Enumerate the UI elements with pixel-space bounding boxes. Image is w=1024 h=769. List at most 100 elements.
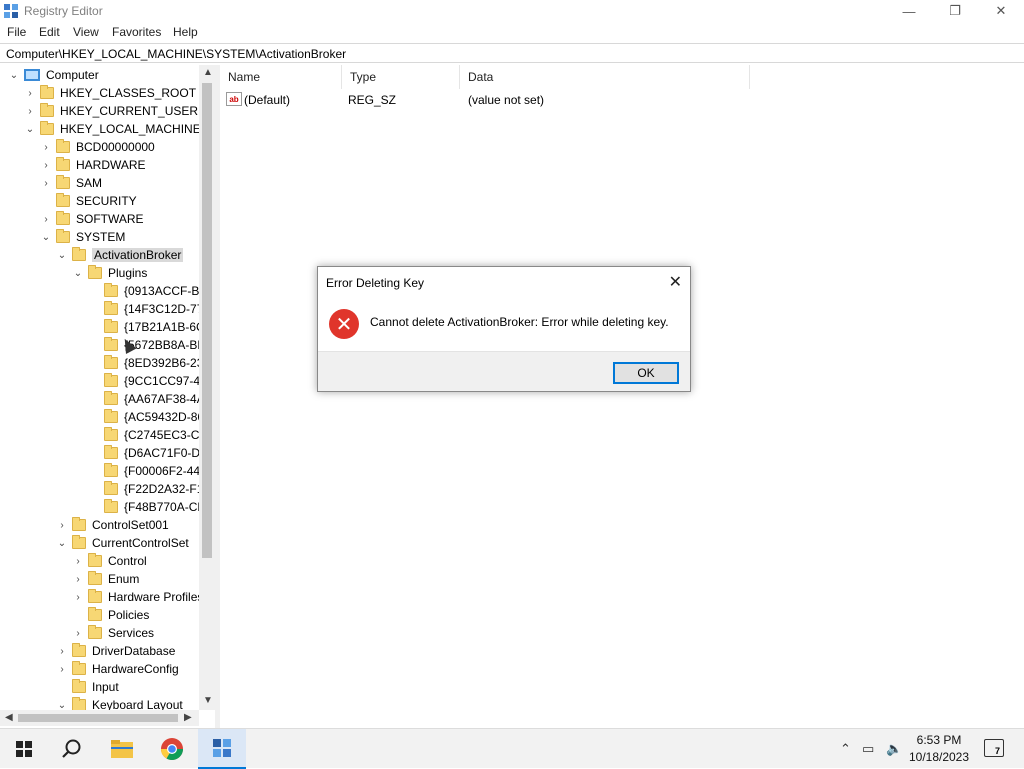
folder-icon — [72, 517, 86, 531]
tree-item-control[interactable]: › Control — [72, 552, 147, 570]
close-button[interactable]: ✕ — [978, 0, 1024, 22]
notification-center-icon[interactable]: 7 — [984, 739, 1004, 757]
chevron-right-icon[interactable]: › — [56, 663, 68, 675]
tree-item-security[interactable]: SECURITY — [40, 192, 137, 210]
registry-editor-window: Registry Editor — ❐ ✕ File Edit View Fav… — [0, 0, 1024, 728]
chevron-right-icon[interactable]: › — [56, 645, 68, 657]
tree-item-plugin[interactable]: {C2745EC3-CF — [88, 426, 207, 444]
tree-item-hardware[interactable]: › HARDWARE — [40, 156, 146, 174]
tree-item-plugin[interactable]: {9CC1CC97-48 — [88, 372, 207, 390]
value-type: REG_SZ — [348, 93, 397, 107]
chevron-down-icon[interactable]: ⌄ — [40, 231, 52, 243]
menu-favorites[interactable]: Favorites — [112, 25, 161, 39]
tree-item-plugin[interactable]: {14F3C12D-77 — [88, 300, 203, 318]
tree-item-hklm[interactable]: ⌄ HKEY_LOCAL_MACHINE — [24, 120, 201, 138]
folder-icon — [104, 481, 118, 495]
folder-icon — [104, 499, 118, 513]
chevron-down-icon[interactable]: ⌄ — [56, 537, 68, 549]
column-header-data[interactable]: Data — [460, 65, 750, 89]
scrollbar-thumb[interactable] — [18, 714, 178, 722]
scroll-right-icon[interactable]: ▶ — [184, 712, 192, 723]
address-path[interactable]: Computer\HKEY_LOCAL_MACHINE\SYSTEM\Activ… — [6, 47, 346, 61]
tree-item-plugins[interactable]: ⌄ Plugins — [72, 264, 147, 282]
tree-item-plugin[interactable]: {F48B770A-CB — [88, 498, 205, 516]
tree-item-label: Policies — [108, 608, 150, 622]
chevron-right-icon[interactable]: › — [72, 627, 84, 639]
scrollbar-thumb[interactable] — [202, 83, 212, 558]
tree-item-plugin[interactable]: {D6AC71F0-D4 — [88, 444, 207, 462]
chevron-right-icon[interactable]: › — [40, 213, 52, 225]
start-button[interactable] — [0, 729, 48, 769]
chevron-right-icon[interactable]: › — [72, 573, 84, 585]
scroll-up-icon[interactable]: ▲ — [203, 67, 213, 78]
menu-file[interactable]: File — [7, 25, 26, 39]
menu-edit[interactable]: Edit — [39, 25, 60, 39]
clock-date[interactable]: 10/18/2023 — [900, 750, 978, 764]
tree-item-services[interactable]: › Services — [72, 624, 154, 642]
tree-item-enum[interactable]: › Enum — [72, 570, 139, 588]
tree-horizontal-scrollbar[interactable]: ◀ ▶ — [0, 710, 199, 726]
close-icon[interactable]: ✕ — [669, 272, 682, 292]
tree-item-controlset001[interactable]: › ControlSet001 — [56, 516, 169, 534]
tree-item-plugin[interactable]: {17B21A1B-6C — [88, 318, 205, 336]
registry-editor-taskbar-button[interactable] — [198, 729, 246, 769]
tree-item-hardwareconfig[interactable]: › HardwareConfig — [56, 660, 179, 678]
chevron-right-icon[interactable]: › — [56, 519, 68, 531]
tree-item-plugin[interactable]: {0913ACCF-B1 — [88, 282, 206, 300]
chevron-right-icon[interactable]: › — [24, 87, 36, 99]
chevron-right-icon[interactable]: › — [40, 141, 52, 153]
chevron-right-icon[interactable]: › — [72, 555, 84, 567]
chevron-down-icon[interactable]: ⌄ — [72, 267, 84, 279]
file-explorer-button[interactable] — [98, 729, 146, 769]
chevron-right-icon[interactable]: › — [40, 177, 52, 189]
tree-item-plugin[interactable]: {F22D2A32-F1 — [88, 480, 203, 498]
menu-help[interactable]: Help — [173, 25, 198, 39]
tree-item-bcd[interactable]: › BCD00000000 — [40, 138, 155, 156]
menu-view[interactable]: View — [73, 25, 99, 39]
tree-item-driverdatabase[interactable]: › DriverDatabase — [56, 642, 175, 660]
tree-item-hardware-profiles[interactable]: › Hardware Profiles — [72, 588, 203, 606]
column-header-type[interactable]: Type — [342, 65, 460, 89]
tree-item-plugin[interactable]: {F00006F2-44B — [88, 462, 208, 480]
tree-vertical-scrollbar[interactable]: ▲ ▼ — [199, 65, 215, 710]
chevron-right-icon[interactable]: › — [24, 105, 36, 117]
chevron-down-icon[interactable]: ⌄ — [56, 249, 68, 261]
minimize-button[interactable]: — — [886, 0, 932, 22]
tree-item-plugin[interactable]: {5672BB8A-BB — [88, 336, 205, 354]
clock-time[interactable]: 6:53 PM — [900, 733, 978, 747]
tree-item-sam[interactable]: › SAM — [40, 174, 102, 192]
tree-item-hkcr[interactable]: › HKEY_CLASSES_ROOT — [24, 84, 196, 102]
search-button[interactable] — [48, 729, 96, 769]
chevron-down-icon[interactable]: ⌄ — [8, 69, 20, 81]
tree-item-hkcu[interactable]: › HKEY_CURRENT_USER — [24, 102, 198, 120]
ok-button[interactable]: OK — [613, 362, 679, 384]
tree-item-plugin[interactable]: {AA67AF38-4A — [88, 390, 205, 408]
folder-icon — [56, 157, 70, 171]
tree-item-system[interactable]: ⌄ SYSTEM — [40, 228, 125, 246]
chevron-up-icon[interactable]: ⌃ — [840, 741, 851, 757]
tree-item-label: Computer — [46, 68, 99, 82]
folder-icon — [104, 301, 118, 315]
chrome-button[interactable] — [148, 729, 196, 769]
scroll-down-icon[interactable]: ▼ — [203, 695, 213, 706]
network-icon[interactable]: ▭ — [862, 741, 874, 757]
column-header-name[interactable]: Name — [220, 65, 342, 89]
scroll-left-icon[interactable]: ◀ — [5, 712, 13, 723]
tree-item-plugin[interactable]: {8ED392B6-23 — [88, 354, 203, 372]
folder-icon — [56, 139, 70, 153]
tree-item-currentcontrolset[interactable]: ⌄ CurrentControlSet — [56, 534, 189, 552]
address-bar[interactable]: Computer\HKEY_LOCAL_MACHINE\SYSTEM\Activ… — [0, 43, 1024, 63]
chevron-right-icon[interactable]: › — [72, 591, 84, 603]
tree-item-software[interactable]: › SOFTWARE — [40, 210, 144, 228]
folder-icon — [88, 589, 102, 603]
tree-item-computer[interactable]: ⌄ Computer — [8, 66, 99, 84]
tree-item-input[interactable]: Input — [56, 678, 119, 696]
tree-item-label: SECURITY — [76, 194, 137, 208]
tree-item-policies[interactable]: Policies — [72, 606, 149, 624]
value-row[interactable]: ab (Default) REG_SZ (value not set) — [220, 91, 820, 109]
restore-button[interactable]: ❐ — [932, 0, 978, 22]
chevron-down-icon[interactable]: ⌄ — [24, 123, 36, 135]
tree-item-plugin[interactable]: {AC59432D-86 — [88, 408, 204, 426]
chevron-right-icon[interactable]: › — [40, 159, 52, 171]
tree-item-activationbroker[interactable]: ⌄ ActivationBroker — [56, 246, 184, 264]
